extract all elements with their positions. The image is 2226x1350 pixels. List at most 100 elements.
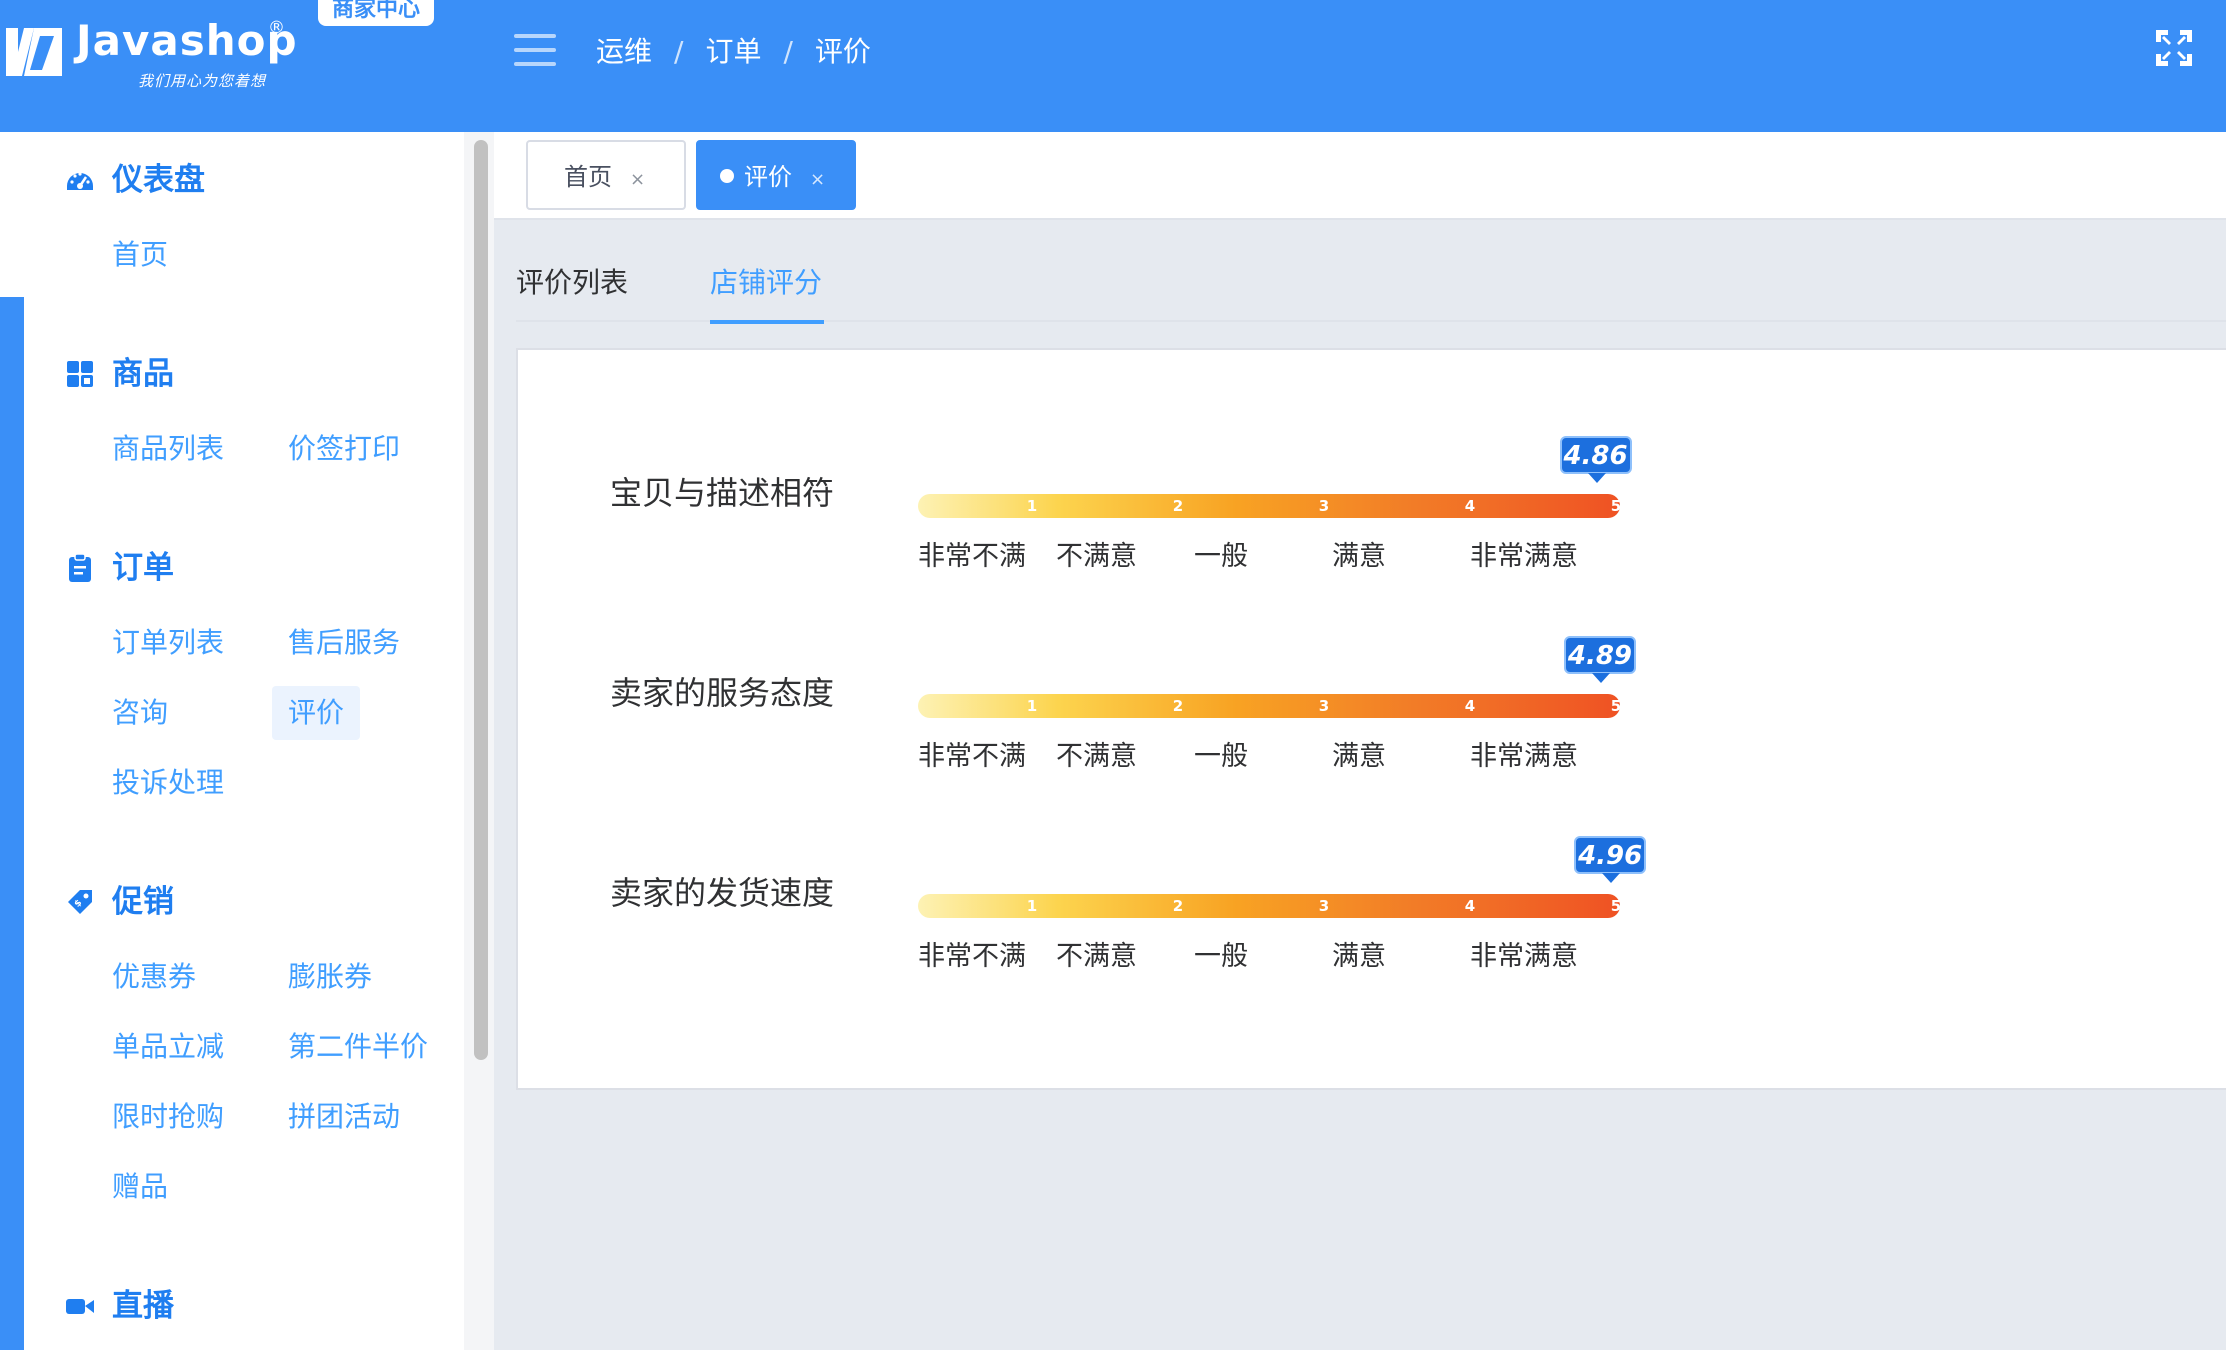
sub-tab-shop-rating[interactable]: 店铺评分 [710,258,822,308]
scale-tick-number: 5 [1610,697,1622,715]
collapsed-nav-strip [0,132,24,1350]
logo-slogan: 我们用心为您着想 [138,72,267,90]
hamburger-menu-icon[interactable] [514,34,556,66]
scale-label: 非常满意 [1470,541,1578,572]
sidebar: 仪表盘 首页 商品 商品列表 价签打印 订单 订单列表 售后服务 咨询 评价 投… [24,132,466,1350]
tab-home[interactable]: 首页 × [526,140,686,210]
sub-tab-active-underline [710,320,824,324]
scale-tick-number: 3 [1318,897,1330,915]
scale-tick-number: 4 [1464,897,1476,915]
scale-tick-number: 2 [1172,697,1184,715]
score-label: 卖家的发货速度 [610,874,835,912]
scale-tick-number: 1 [1026,497,1038,515]
scale-label: 非常不满 [918,741,1026,772]
menu-item-group-buy[interactable]: 拼团活动 [288,1090,400,1144]
scale-label: 一般 [1194,941,1248,972]
score-value-badge: 4.96 [1574,836,1647,883]
sub-tab-review-list[interactable]: 评价列表 [516,258,628,308]
sidebar-scrollbar-thumb[interactable] [474,140,488,1060]
scale-tick-number: 2 [1172,497,1184,515]
menu-item-single-discount[interactable]: 单品立减 [112,1020,224,1074]
score-row: 卖家的服务态度 1 2 3 4 5 非常不满 不满意 一般 满意 非常满意 4.89 [518,610,1636,790]
menu-group-goods[interactable]: 商品 [112,352,174,396]
tab-label: 首页 [564,163,612,191]
logo-registered-mark: ® [268,18,285,38]
score-row: 卖家的发货速度 1 2 3 4 5 非常不满 不满意 一般 满意 非常满意 4.96 [518,810,1647,990]
scale-tick-number: 4 [1464,497,1476,515]
menu-group-promotions[interactable]: 促销 [112,880,174,924]
breadcrumb-item[interactable]: 订单 [705,35,761,68]
scale-tick-number: 5 [1610,897,1622,915]
scale-labels: 非常不满 不满意 一般 满意 非常满意 [918,534,1678,574]
score-value-badge: 4.86 [1559,436,1632,483]
menu-item-complaints[interactable]: 投诉处理 [112,756,224,810]
tab-close-icon[interactable]: × [630,169,645,190]
score-label: 宝贝与描述相符 [610,474,835,512]
scale-label: 不满意 [1056,941,1137,972]
scale-label: 满意 [1332,741,1386,772]
collapsed-nav-active-bar [0,297,24,1350]
scale-tick-number: 5 [1610,497,1622,515]
top-header: Javashop ® 我们用心为您着想 商家中心 运维 / 订单 / 评价 [0,0,2226,132]
sub-tabs: 评价列表 店铺评分 [494,240,2226,324]
score-gradient-bar: 1 2 3 4 5 [918,694,1621,718]
goods-grid-icon [67,361,93,387]
scale-label: 满意 [1332,541,1386,572]
breadcrumb-separator: / [783,35,793,68]
clipboard-icon [69,553,91,582]
menu-item-flash-sale[interactable]: 限时抢购 [112,1090,224,1144]
scale-label: 一般 [1194,541,1248,572]
menu-item-after-sales[interactable]: 售后服务 [288,616,400,670]
scale-tick-number: 1 [1026,897,1038,915]
tab-label: 评价 [744,163,792,191]
scale-tick-number: 2 [1172,897,1184,915]
dashboard-icon [67,172,93,190]
scale-label: 非常满意 [1470,741,1578,772]
fullscreen-icon[interactable] [2154,28,2194,68]
menu-item-coupons[interactable]: 优惠券 [112,950,196,1004]
breadcrumb-item-current: 评价 [814,35,871,68]
menu-group-orders[interactable]: 订单 [112,546,174,590]
score-gradient-bar: 1 2 3 4 5 [918,894,1621,918]
menu-item-expansion-coupons[interactable]: 膨胀券 [288,950,372,1004]
scale-labels: 非常不满 不满意 一般 满意 非常满意 [918,734,1678,774]
scale-label: 不满意 [1056,741,1137,772]
breadcrumb-separator: / [674,35,684,68]
score-value-badge: 4.89 [1563,636,1636,683]
score-gradient-bar: 1 2 3 4 5 [918,494,1621,518]
menu-item-price-tag-print[interactable]: 价签打印 [288,422,400,476]
tab-reviews[interactable]: 评价 × [696,140,856,210]
logo-text: Javashop [76,16,298,65]
menu-group-live[interactable]: 直播 [112,1284,174,1328]
menu-item-home[interactable]: 首页 [112,228,168,282]
score-row: 宝贝与描述相符 1 2 3 4 5 非常不满 不满意 一般 满意 非常满意 4.86 [518,410,1632,590]
scale-tick-number: 1 [1026,697,1038,715]
scale-label: 非常不满 [918,541,1026,572]
menu-item-reviews[interactable]: 评价 [272,686,361,740]
scale-tick-number: 4 [1464,697,1476,715]
scale-label: 不满意 [1056,541,1137,572]
video-camera-icon [66,1299,94,1314]
scale-label: 满意 [1332,941,1386,972]
scale-tick-number: 3 [1318,497,1330,515]
menu-item-order-list[interactable]: 订单列表 [112,616,224,670]
breadcrumb: 运维 / 订单 / 评价 [596,30,871,74]
menu-item-gifts[interactable]: 赠品 [112,1160,168,1214]
javashop-logo-mark-icon [6,28,62,76]
merchant-center-badge: 商家中心 [318,0,435,26]
tabs-bar: 首页 × 评价 × [494,132,2226,220]
active-dot-icon [720,169,734,183]
scale-label: 非常不满 [918,941,1026,972]
breadcrumb-item[interactable]: 运维 [596,35,652,68]
scale-label: 一般 [1194,741,1248,772]
menu-item-second-half-price[interactable]: 第二件半价 [288,1020,428,1074]
score-label: 卖家的服务态度 [610,674,835,712]
menu-item-goods-list[interactable]: 商品列表 [112,422,224,476]
price-tag-icon: $ [68,890,92,914]
shop-rating-panel: 宝贝与描述相符 1 2 3 4 5 非常不满 不满意 一般 满意 非常满意 4.86 卖家的服务态度 1 2… [516,348,2226,1090]
tab-close-icon[interactable]: × [810,169,825,190]
menu-item-consultation[interactable]: 咨询 [112,686,168,740]
scale-label: 非常满意 [1470,941,1578,972]
menu-group-dashboard[interactable]: 仪表盘 [112,158,205,202]
scale-tick-number: 3 [1318,697,1330,715]
